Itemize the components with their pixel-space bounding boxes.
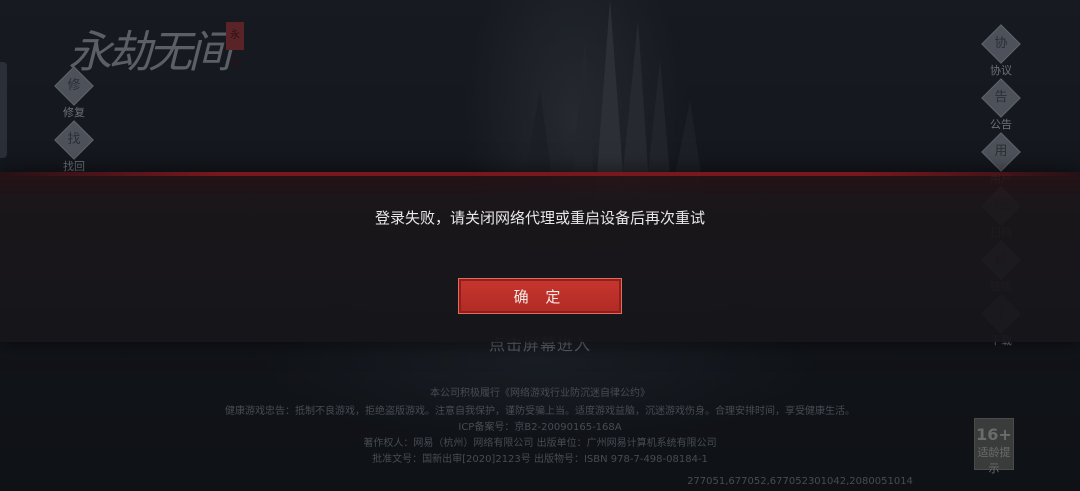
recover-button[interactable]: 找 找回	[49, 120, 99, 174]
announcement-label: 公告	[990, 118, 1012, 131]
logo-seal: 永劫	[226, 22, 244, 69]
repair-label: 修复	[63, 106, 85, 119]
agreement-label: 协议	[990, 64, 1012, 77]
confirm-button[interactable]: 确 定	[458, 278, 622, 314]
side-drawer-handle[interactable]	[0, 62, 7, 158]
age-rating-badge: 16+ 适龄提示	[974, 418, 1014, 475]
error-dialog	[0, 172, 1080, 342]
agreement-button[interactable]: 协 协议	[976, 24, 1026, 78]
document-icon: 协	[981, 24, 1021, 64]
error-message: 登录失败，请关闭网络代理或重启设备后再次重试	[374, 209, 705, 227]
footer-codes: 277051,677052,677052301042,2080051014	[687, 476, 913, 487]
footer-health-notice: 健康游戏忠告：抵制不良游戏，拒绝盗版游戏。注意自我保护，谨防受骗上当。适度游戏益…	[225, 406, 855, 417]
footer-copyright: 著作权人：网易（杭州）网络有限公司 出版单位：广州网易计算机系统有限公司	[363, 438, 717, 449]
age-rating-number: 16+	[976, 425, 1012, 444]
repair-button[interactable]: 修 修复	[49, 66, 99, 120]
game-logo: 永劫无间 永劫	[68, 8, 248, 78]
footer-approval: 批准文号：国新出审[2020]2123号 出版物号：ISBN 978-7-498…	[372, 454, 708, 465]
announcement-icon: 告	[981, 78, 1021, 118]
footer-icp: ICP备案号：京B2-20090165-168A	[458, 422, 622, 433]
age-rating-label: 适龄提示	[977, 446, 1011, 475]
wrench-icon: 修	[54, 66, 94, 106]
footer-line-1: 本公司积极履行《网络游戏行业防沉迷自律公约》	[430, 388, 650, 399]
user-icon: 用	[981, 132, 1021, 172]
search-icon: 找	[54, 120, 94, 160]
announcement-button[interactable]: 告 公告	[976, 78, 1026, 132]
logo-title: 永劫无间	[68, 27, 232, 78]
